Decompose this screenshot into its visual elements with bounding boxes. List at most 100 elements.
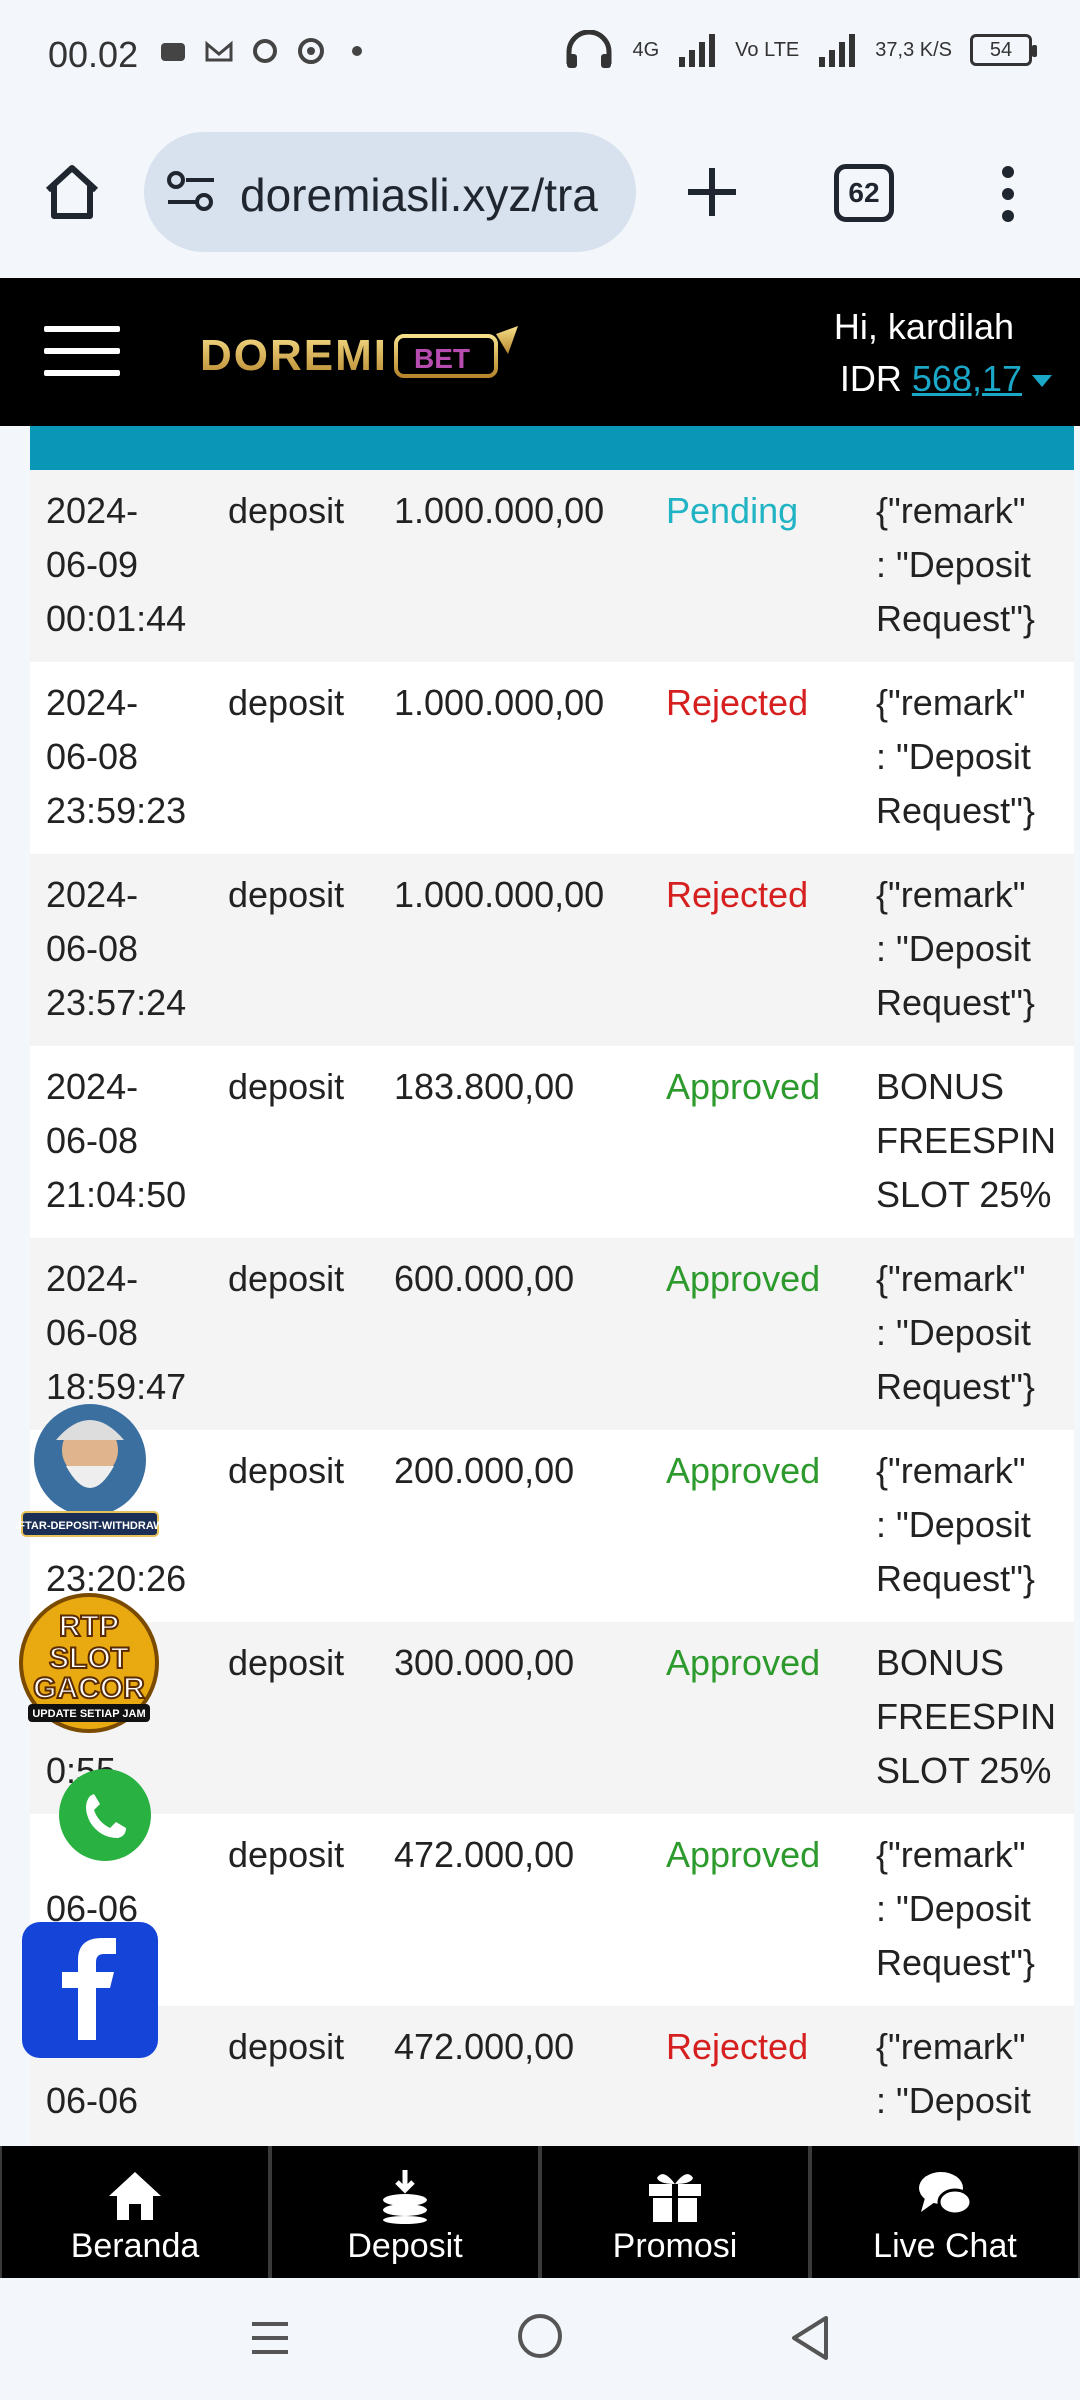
battery-icon: 54 — [970, 34, 1037, 66]
cell-amount: 1.000.000,00 — [394, 682, 605, 723]
url-text[interactable]: doremiasli.xyz/tra — [240, 168, 620, 222]
cell-date: 2024- 06-08 23:59:23 — [46, 676, 216, 838]
cell-amount: 300.000,00 — [394, 1642, 575, 1683]
network-4g-label: 4G — [632, 38, 660, 61]
cell-remark: {"remark": "Deposit Request"} — [876, 1444, 1074, 1606]
nav-deposit[interactable]: Deposit — [270, 2146, 540, 2278]
cell-amount: 600.000,00 — [394, 1258, 575, 1299]
remark-line: SLOT 25% — [876, 1174, 1052, 1215]
remark-line: {"remark" — [876, 2026, 1026, 2067]
deposit-icon — [383, 2170, 427, 2224]
nav-live-chat[interactable]: Live Chat — [810, 2146, 1080, 2278]
cell-type: deposit — [228, 1258, 345, 1299]
whatsapp-icon[interactable] — [56, 1766, 154, 1864]
status-bar: 00.02 4G Vo LTE 37,3 K/S 54 — [0, 0, 1080, 110]
site-settings-icon[interactable] — [166, 168, 218, 216]
cell-type: deposit — [228, 1642, 345, 1683]
currency-label: IDR — [839, 358, 902, 399]
table-row: 0:55 deposit 300.000,00 Approved BONUS FREESP… — [30, 1622, 1074, 1814]
site-logo[interactable]: DOREMI BET — [200, 324, 522, 386]
table-row: 06-06 deposit 472.000,00 Rejected {"remark"… — [30, 2006, 1074, 2146]
hamburger-menu-icon[interactable] — [44, 326, 120, 376]
gift-icon — [649, 2174, 701, 2222]
rtp-line1: RTP — [59, 1610, 119, 1643]
balance-display[interactable]: IDR 568,17 — [840, 358, 1052, 400]
bottom-nav: Beranda Deposit Promosi Live Chat — [0, 2146, 1080, 2278]
remark-line: : "Deposit — [876, 2080, 1031, 2121]
date-line: 2024- — [46, 682, 139, 723]
home-icon[interactable] — [40, 160, 104, 224]
cell-status: Approved — [666, 1450, 821, 1491]
date-line: 2024- — [46, 1258, 139, 1299]
rtp-slot-gacor-icon[interactable]: RTP SLOT GACOR UPDATE SETIAP JAM — [18, 1592, 160, 1734]
cell-type: deposit — [228, 2026, 345, 2067]
system-home-icon[interactable] — [518, 2314, 562, 2358]
remark-line — [876, 2128, 1074, 2146]
chat-icon — [919, 2172, 973, 2216]
zeus-caption: DAFTAR-DEPOSIT-WITHDRAWAL — [16, 1520, 164, 1532]
cell-type: deposit — [228, 1450, 345, 1491]
remark-line: BONUS — [876, 1642, 1005, 1683]
remark-line: : "Deposit — [876, 736, 1031, 777]
transaction-table: 2024- 06-09 00:01:44 deposit 1.000.000,00 Pen… — [30, 426, 1074, 2146]
date-line: 06-08 — [46, 1120, 139, 1161]
date-line: 00:01:44 — [46, 598, 187, 639]
tab-count-button[interactable]: 62 — [834, 164, 894, 222]
cell-date: 2024- 06-08 23:57:24 — [46, 868, 216, 1030]
remark-line: {"remark" — [876, 1834, 1026, 1875]
more-menu-icon[interactable] — [990, 164, 1026, 224]
cell-date: 2024- 06-08 21:04:50 — [46, 1060, 216, 1222]
cell-type: deposit — [228, 682, 345, 723]
cell-type: deposit — [228, 874, 345, 915]
balance-amount[interactable]: 568,17 — [912, 358, 1022, 399]
headphones-icon — [566, 30, 612, 68]
table-row: 2024- 06-08 23:57:24 deposit 1.000.000,00 Rej… — [30, 854, 1074, 1046]
svg-text:DOREMI: DOREMI — [200, 331, 388, 380]
system-nav-bar — [0, 2278, 1080, 2400]
greeting-text: Hi, kardilah — [833, 306, 1014, 347]
cell-amount: 472.000,00 — [394, 2026, 575, 2067]
cell-remark: {"remark": "Deposit Request"} — [876, 484, 1074, 646]
notification-icons — [158, 36, 372, 66]
new-tab-icon[interactable] — [680, 160, 744, 224]
signal-icon — [679, 34, 716, 67]
cell-date: 2024- 06-08 18:59:47 — [46, 1252, 216, 1414]
gmail-icon — [205, 40, 233, 62]
date-line: 2024- — [46, 874, 139, 915]
cell-status: Rejected — [666, 874, 809, 915]
remark-line: {"remark" — [876, 490, 1026, 531]
balance-dropdown-icon[interactable] — [1032, 375, 1052, 388]
cell-status: Approved — [666, 1642, 821, 1683]
date-line: 06-08 — [46, 928, 139, 969]
speed-label: 37,3 K/S — [875, 38, 952, 61]
nav-promosi[interactable]: Promosi — [540, 2146, 810, 2278]
cell-amount: 1.000.000,00 — [394, 490, 605, 531]
cell-status: Rejected — [666, 682, 809, 723]
wallet-icon — [161, 43, 185, 61]
nav-beranda[interactable]: Beranda — [0, 2146, 270, 2278]
back-icon[interactable] — [790, 2314, 830, 2362]
remark-line: Request"} — [876, 1942, 1035, 1983]
remark-line: : "Deposit — [876, 928, 1031, 969]
cell-type: deposit — [228, 1834, 345, 1875]
cell-remark: {"remark" : "Deposit — [876, 2020, 1074, 2146]
table-row: 2024- 06-09 00:01:44 deposit 1.000.000,00 Pen… — [30, 470, 1074, 662]
zeus-promo-icon[interactable]: DAFTAR-DEPOSIT-WITHDRAWAL — [16, 1400, 164, 1542]
remark-line: Request"} — [876, 598, 1035, 639]
nav-label: Deposit — [347, 2227, 463, 2265]
rtp-line4: UPDATE SETIAP JAM — [32, 1708, 145, 1720]
remark-line: : "Deposit — [876, 1312, 1031, 1353]
facebook-icon[interactable] — [20, 1920, 160, 2060]
cell-remark: {"remark": "Deposit Request"} — [876, 1252, 1074, 1414]
address-bar[interactable]: doremiasli.xyz/tra — [144, 132, 636, 252]
table-row: 06-0644deposit472.000,00Approved{"remark… — [30, 1814, 1074, 2006]
remark-line: Request"} — [876, 1558, 1035, 1599]
cell-date: 2024- 06-09 00:01:44 — [46, 484, 216, 646]
signal-icon-2 — [819, 34, 856, 67]
table-row: 2024- 06-08 21:04:50 deposit 183.800,00 Appro… — [30, 1046, 1074, 1238]
date-line: 23:59:23 — [46, 790, 187, 831]
table-row: 2024- 06-08 18:59:47 deposit 600.000,00 Appro… — [30, 1238, 1074, 1430]
recent-apps-icon[interactable] — [250, 2316, 290, 2360]
remark-line: {"remark" — [876, 874, 1026, 915]
remark-line: {"remark" — [876, 1258, 1026, 1299]
